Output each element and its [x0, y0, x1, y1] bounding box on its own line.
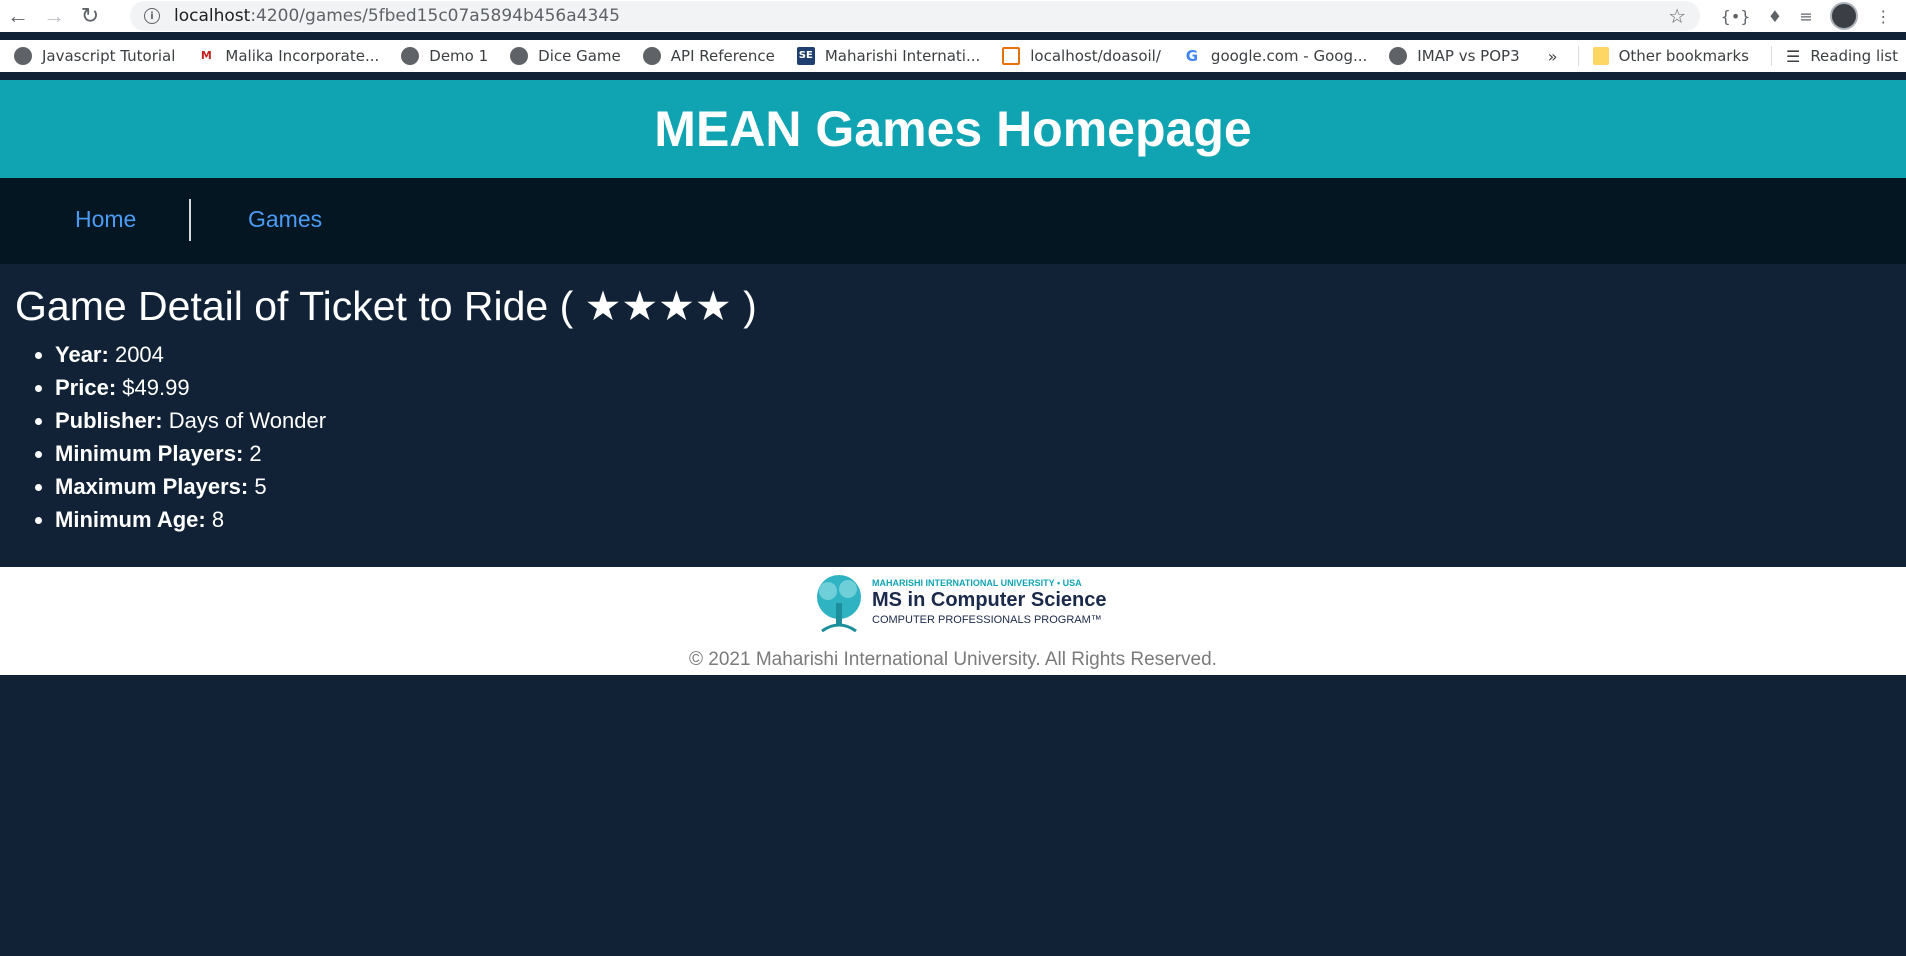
globe-icon: [14, 47, 32, 65]
field-min-players: Minimum Players: 2: [55, 437, 757, 470]
field-max-players: Maximum Players: 5: [55, 470, 757, 503]
address-bar[interactable]: i localhost:4200/games/5fbed15c07a5894b4…: [130, 1, 1700, 31]
nav-divider: [189, 199, 191, 241]
globe-icon: [1389, 47, 1408, 65]
field-value: 5: [254, 474, 267, 499]
bookmark-localhost-doasoil[interactable]: localhost/doasoil/: [1002, 47, 1161, 65]
folder-icon: [1592, 47, 1609, 65]
field-value: $49.99: [122, 375, 190, 400]
m-icon: M: [197, 47, 216, 65]
copyright-text: © 2021 Maharishi International Universit…: [689, 649, 1217, 670]
field-label: Price:: [55, 375, 117, 400]
field-value: 2004: [114, 342, 164, 367]
field-value: Days of Wonder: [168, 408, 327, 433]
back-arrow-icon[interactable]: ←: [0, 0, 36, 32]
other-bookmarks[interactable]: Other bookmarks: [1592, 47, 1749, 65]
logo-sub-text: COMPUTER PROFESSIONALS PROGRAM™: [872, 614, 1102, 626]
bookmark-dice-game[interactable]: Dice Game: [510, 47, 621, 65]
reading-list-label: Reading list: [1810, 47, 1898, 65]
bookmark-label: Javascript Tutorial: [42, 47, 176, 65]
field-label: Year:: [55, 342, 109, 367]
site-footer: MAHARISHI INTERNATIONAL UNIVERSITY • USA…: [0, 567, 1906, 675]
bookmark-label: API Reference: [670, 47, 775, 65]
game-title: Game Detail of Ticket to Ride ( ★★★★ ): [15, 283, 757, 329]
field-label: Minimum Players:: [55, 441, 244, 466]
field-publisher: Publisher: Days of Wonder: [55, 404, 757, 437]
url-text[interactable]: localhost:4200/games/5fbed15c07a5894b456…: [174, 6, 620, 26]
bookmark-label: IMAP vs POP3: [1417, 47, 1520, 65]
site-nav: Home Games: [0, 178, 1906, 264]
reading-list-icon: ☰: [1785, 46, 1801, 66]
field-min-age: Minimum Age: 8: [55, 503, 757, 536]
field-price: Price: $49.99: [55, 371, 757, 404]
xampp-icon: [1002, 47, 1021, 65]
profile-avatar[interactable]: [1830, 2, 1859, 30]
media-control-icon[interactable]: ≡: [1799, 7, 1812, 26]
other-bookmarks-label: Other bookmarks: [1618, 47, 1749, 65]
bookmark-google[interactable]: Ggoogle.com - Goog...: [1182, 47, 1368, 65]
bookmark-maharishi[interactable]: SE Maharishi Internati...: [796, 47, 981, 65]
globe-icon: [401, 47, 420, 65]
bookmarks-right: » Other bookmarks ☰ Reading list: [1548, 40, 1906, 72]
bookmark-star-icon[interactable]: ☆: [1668, 4, 1686, 28]
info-icon[interactable]: i: [144, 8, 160, 24]
bookmark-label: Malika Incorporate...: [225, 47, 380, 65]
reading-list[interactable]: ☰ Reading list: [1786, 47, 1898, 66]
bookmark-label: Dice Game: [538, 47, 621, 65]
field-year: Year: 2004: [55, 338, 757, 371]
site-title: MEAN Games Homepage: [654, 101, 1252, 157]
reload-icon[interactable]: ↻: [72, 0, 108, 32]
field-value: 8: [211, 507, 225, 532]
tree-logo-icon: [817, 575, 861, 633]
url-host: localhost: [174, 6, 251, 26]
globe-icon: [642, 47, 661, 65]
logo-main-text: MS in Computer Science: [872, 589, 1107, 611]
google-icon: G: [1182, 47, 1201, 65]
url-path: :4200/games/5fbed15c07a5894b456a4345: [250, 6, 620, 26]
bookmark-label: Demo 1: [429, 47, 489, 65]
nav-link-games[interactable]: Games: [248, 206, 322, 233]
extension-icon[interactable]: {•}: [1721, 7, 1751, 26]
divider: [1770, 46, 1772, 66]
menu-dots-icon[interactable]: ⋮: [1875, 7, 1891, 26]
browser-toolbar: ← → ↻ i localhost:4200/games/5fbed15c07a…: [0, 0, 1906, 32]
university-logo: MAHARISHI INTERNATIONAL UNIVERSITY • USA…: [808, 573, 1107, 635]
site-header: MEAN Games Homepage: [0, 80, 1906, 178]
bookmark-demo-1[interactable]: Demo 1: [401, 47, 488, 65]
puzzle-icon[interactable]: ♦: [1768, 7, 1782, 26]
game-fields: Year: 2004 Price: $49.99 Publisher: Days…: [15, 338, 757, 536]
bookmarks-overflow-chevron-icon[interactable]: »: [1548, 47, 1558, 66]
forward-arrow-icon[interactable]: →: [36, 0, 72, 32]
bookmark-imap-vs-pop3[interactable]: IMAP vs POP3: [1389, 47, 1520, 65]
field-label: Maximum Players:: [55, 474, 249, 499]
bookmark-label: Maharishi Internati...: [824, 47, 981, 65]
se-icon: SE: [796, 47, 815, 65]
bookmark-label: localhost/doasoil/: [1030, 47, 1161, 65]
field-label: Publisher:: [55, 408, 163, 433]
bookmark-label: google.com - Goog...: [1210, 47, 1368, 65]
divider: [1577, 46, 1579, 66]
bookmark-api-reference[interactable]: API Reference: [642, 47, 775, 65]
bookmark-malika[interactable]: M Malika Incorporate...: [197, 47, 379, 65]
nav-link-home[interactable]: Home: [75, 206, 136, 233]
logo-top-text: MAHARISHI INTERNATIONAL UNIVERSITY • USA: [872, 578, 1082, 588]
bookmark-javascript-tutorial[interactable]: Javascript Tutorial: [14, 47, 175, 65]
game-detail: Game Detail of Ticket to Ride ( ★★★★ ) Y…: [15, 282, 757, 536]
globe-icon: [510, 47, 529, 65]
field-value: 2: [249, 441, 262, 466]
extensions-area: {•} ♦ ≡ ⋮: [1706, 0, 1906, 32]
field-label: Minimum Age:: [55, 507, 206, 532]
